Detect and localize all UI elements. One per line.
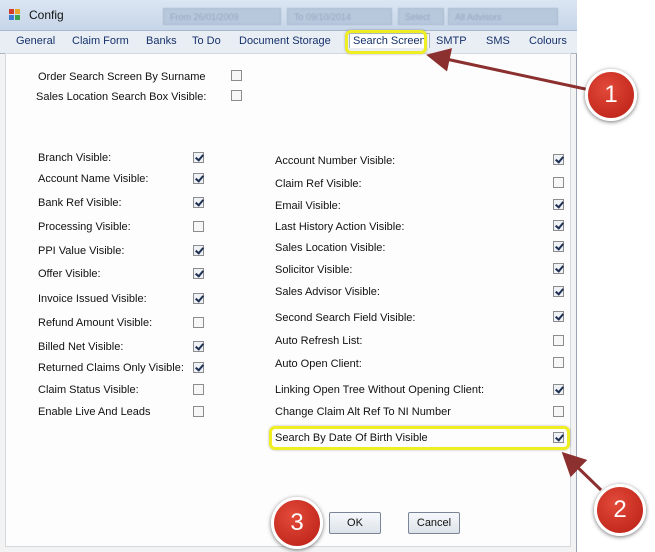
- callout-badge-3: 3: [271, 497, 323, 549]
- arrow-to-dob-checkbox: [561, 451, 603, 492]
- callout-badge-2: 2: [594, 484, 646, 536]
- arrow-to-search-screen-tab: [426, 48, 591, 92]
- callout-badge-1: 1: [585, 69, 637, 121]
- callout-arrows: [426, 48, 603, 492]
